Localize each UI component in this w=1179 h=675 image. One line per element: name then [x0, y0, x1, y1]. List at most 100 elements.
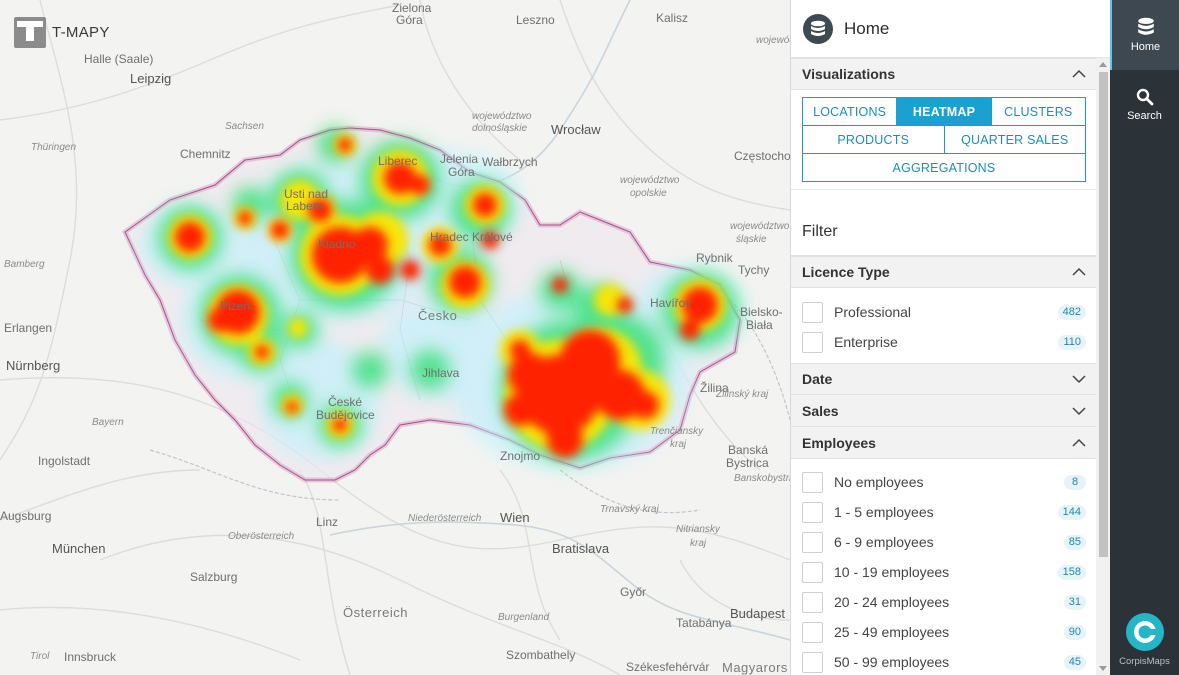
count-badge: 110	[1058, 334, 1086, 350]
checkbox[interactable]	[802, 531, 823, 553]
map-region-label: Nitriansky	[676, 524, 720, 535]
map-city-label: Rybnik	[696, 251, 733, 265]
map-city-label: Budějovice	[316, 408, 375, 422]
employees-option[interactable]: 10 - 19 employees 158	[791, 557, 1096, 587]
map-country-label: Magyarors	[722, 660, 788, 675]
map-city-label: Ingolstadt	[38, 454, 91, 468]
map-city-label: Győr	[620, 585, 647, 599]
employees-option[interactable]: 6 - 9 employees 85	[791, 527, 1096, 557]
map-city-label: München	[52, 541, 106, 556]
nav-home[interactable]: Home	[1110, 0, 1179, 70]
map-city-label: Bratislava	[552, 541, 610, 556]
checkbox[interactable]	[802, 301, 823, 323]
checkbox[interactable]	[802, 561, 823, 583]
locations-button[interactable]: LOCATIONS	[802, 97, 898, 126]
map-region-label: Oberösterreich	[228, 531, 295, 542]
count-badge: 90	[1063, 624, 1086, 640]
map-city-label: Częstochowa	[734, 149, 790, 163]
map-region-label: dolnośląskie	[472, 123, 528, 134]
map-city-label: Salzburg	[190, 570, 238, 584]
aggregations-button[interactable]: AGGREGATIONS	[802, 153, 1086, 182]
map-region-label: Bamberg	[4, 259, 45, 270]
map-city-label: Székesfehérvár	[626, 660, 710, 674]
count-badge: 8	[1064, 474, 1086, 490]
visualizations-section-header[interactable]: Visualizations	[791, 58, 1096, 90]
licence-option-professional[interactable]: Professional 482	[791, 297, 1096, 327]
heatmap-button[interactable]: HEATMAP	[896, 97, 992, 126]
map-city-label: Bielsko-	[740, 305, 783, 319]
licence-option-enterprise[interactable]: Enterprise 110	[791, 327, 1096, 357]
app-logo[interactable]: T-MAPY	[14, 17, 110, 48]
side-panel: Home Visualizations LOCATIONS HEATMAP CL…	[790, 0, 1110, 675]
option-label: Professional	[834, 304, 912, 320]
map-city-label: Erlangen	[4, 321, 53, 335]
date-section-header[interactable]: Date	[791, 363, 1096, 395]
map-city-label: Hradec Králové	[430, 230, 513, 244]
option-label: 25 - 49 employees	[834, 624, 950, 640]
checkbox[interactable]	[802, 501, 823, 523]
clusters-button[interactable]: CLUSTERS	[990, 97, 1086, 126]
employees-option[interactable]: No employees 8	[791, 467, 1096, 497]
brand[interactable]: CorpisMaps	[1110, 613, 1179, 667]
quarter-sales-button[interactable]: QUARTER SALES	[943, 125, 1086, 154]
map-canvas[interactable]: Zielona Góra Leszno Kalisz Halle (Saale)…	[0, 0, 790, 675]
visualization-buttons: LOCATIONS HEATMAP CLUSTERS PRODUCTS QUAR…	[791, 90, 1096, 190]
map-region-label: Niederösterreich	[408, 513, 482, 524]
map-city-label: Liberec	[378, 154, 418, 168]
employees-option[interactable]: 25 - 49 employees 90	[791, 617, 1096, 647]
map-city-label: Halle (Saale)	[84, 52, 154, 66]
map-city-label: Linz	[316, 515, 339, 529]
map-city-label: Góra	[448, 165, 475, 179]
basemap	[0, 0, 790, 675]
chevron-down-icon	[1072, 375, 1086, 384]
scroll-up-arrow-icon[interactable]	[1099, 62, 1107, 67]
sales-section-header[interactable]: Sales	[791, 395, 1096, 427]
map-city-label: Tychy	[738, 263, 770, 277]
nav-search-label: Search	[1127, 110, 1162, 122]
map-city-label: Tatabánya	[676, 616, 732, 630]
map-city-label: Szombathely	[506, 648, 576, 662]
map-city-label: Innsbruck	[64, 650, 117, 664]
licence-type-title: Licence Type	[802, 264, 890, 280]
scrollbar-thumb[interactable]	[1099, 72, 1108, 557]
map-city-label: Kalisz	[656, 11, 689, 25]
option-label: No employees	[834, 474, 924, 490]
employees-option[interactable]: 1 - 5 employees 144	[791, 497, 1096, 527]
map-country-label: Österreich	[343, 605, 408, 620]
map-city-label: Augsburg	[0, 509, 52, 523]
checkbox[interactable]	[802, 591, 823, 613]
chevron-up-icon	[1072, 267, 1086, 276]
brand-label: CorpisMaps	[1119, 656, 1170, 667]
checkbox[interactable]	[802, 471, 823, 493]
database-icon	[1137, 17, 1154, 35]
corpismaps-logo-icon	[1125, 613, 1164, 651]
panel-content[interactable]: Visualizations LOCATIONS HEATMAP CLUSTER…	[791, 58, 1096, 675]
map-city-label: Bystrica	[726, 456, 769, 470]
map-region-label: województwo	[472, 111, 532, 122]
app-logo-text: T-MAPY	[52, 24, 110, 41]
checkbox[interactable]	[802, 651, 823, 673]
chevron-down-icon	[1072, 406, 1086, 415]
employees-options: No employees 8 1 - 5 employees 144 6 - 9…	[791, 459, 1096, 675]
map-region-label: kraj	[670, 439, 687, 450]
map-city-label: Jihlava	[422, 366, 460, 380]
nav-search[interactable]: Search	[1110, 70, 1179, 140]
licence-type-section-header[interactable]: Licence Type	[791, 256, 1096, 288]
map-city-label: Banská	[728, 443, 769, 457]
filter-title: Filter	[791, 190, 1096, 256]
scroll-down-arrow-icon[interactable]	[1099, 666, 1107, 671]
employees-section-header[interactable]: Employees	[791, 427, 1096, 459]
map-city-label: Biała	[746, 318, 773, 332]
map-region-label: Bayern	[92, 417, 124, 428]
map-city-label: Nürnberg	[6, 358, 61, 373]
date-title: Date	[802, 371, 833, 387]
map-city-label: Plzeň	[220, 299, 251, 313]
checkbox[interactable]	[802, 621, 823, 643]
checkbox[interactable]	[802, 331, 823, 353]
employees-option[interactable]: 20 - 24 employees 31	[791, 587, 1096, 617]
employees-option[interactable]: 50 - 99 employees 45	[791, 647, 1096, 675]
map-country-label: Česko	[418, 308, 458, 323]
products-button[interactable]: PRODUCTS	[802, 125, 945, 154]
option-label: 50 - 99 employees	[834, 654, 950, 670]
panel-scrollbar[interactable]	[1096, 58, 1110, 675]
